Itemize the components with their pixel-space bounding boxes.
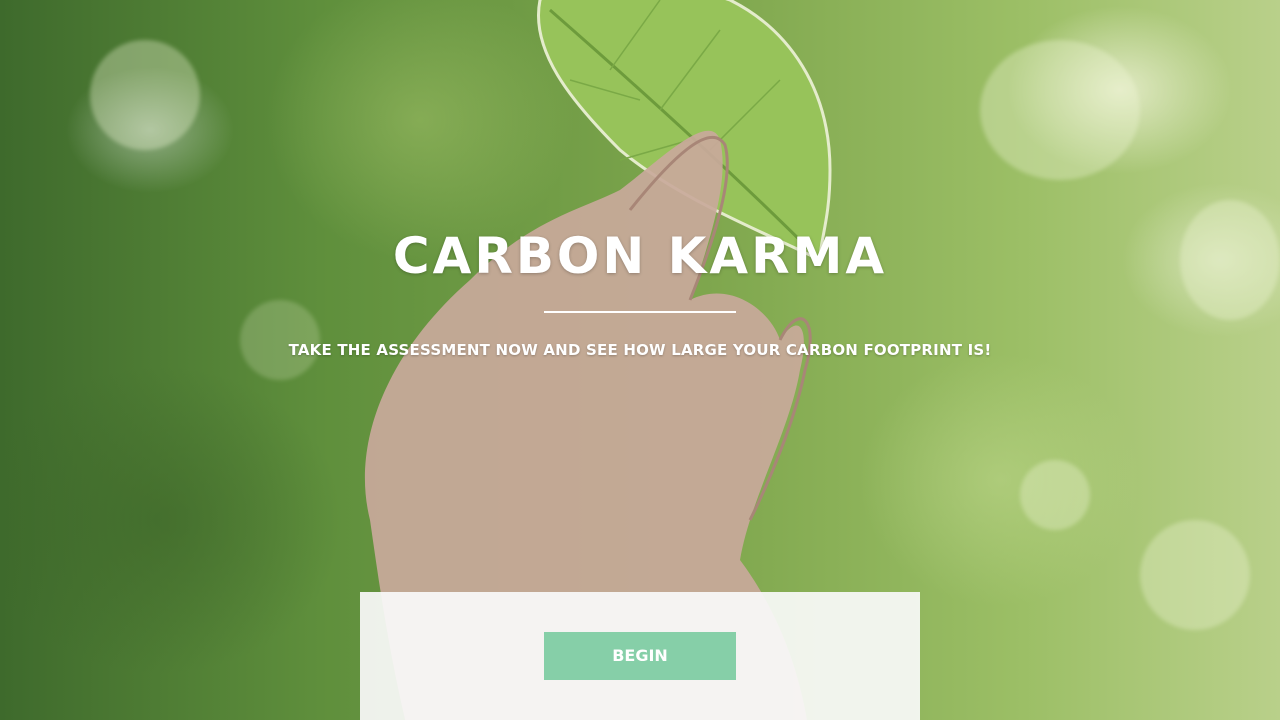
bokeh-light bbox=[1140, 520, 1250, 630]
start-panel: BEGIN bbox=[360, 592, 920, 720]
title-divider bbox=[544, 311, 736, 313]
page-title: CARBON KARMA bbox=[392, 227, 888, 285]
bokeh-light bbox=[90, 40, 200, 150]
bokeh-light bbox=[1020, 460, 1090, 530]
page-subtitle: TAKE THE ASSESSMENT NOW AND SEE HOW LARG… bbox=[288, 341, 992, 359]
bokeh-light bbox=[980, 40, 1140, 180]
begin-button[interactable]: BEGIN bbox=[544, 632, 736, 680]
